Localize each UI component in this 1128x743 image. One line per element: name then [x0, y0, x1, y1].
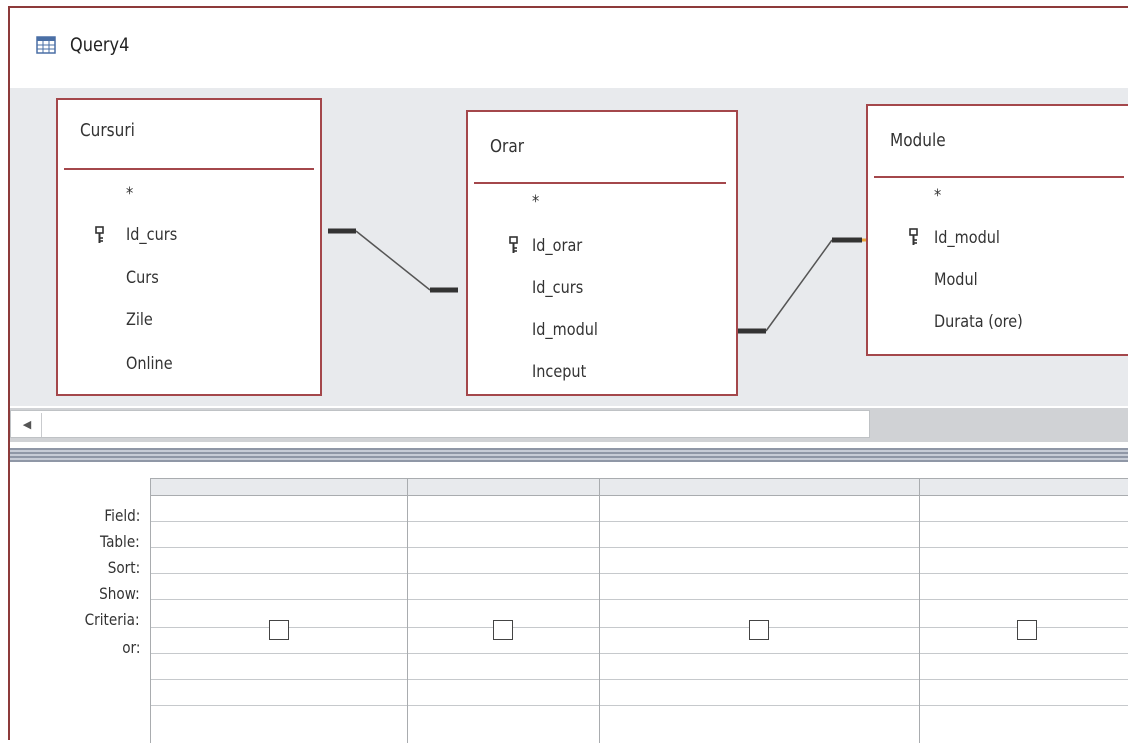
field-item[interactable]: Id_curs: [532, 278, 583, 298]
field-all[interactable]: *: [934, 186, 941, 206]
field-all[interactable]: *: [532, 192, 539, 212]
row-labels: Field: Table: Sort: Show: Criteria: or:: [10, 462, 140, 742]
grid-line: [151, 627, 1128, 628]
table-name[interactable]: Orar: [490, 136, 524, 157]
divider: [64, 168, 314, 170]
divider: [474, 182, 726, 184]
grid-line: [151, 521, 1128, 522]
join-cursuri-orar[interactable]: [328, 228, 458, 293]
field-item[interactable]: Id_orar: [532, 236, 582, 256]
field-list-module[interactable]: Module * Id_modul Modul Durata (ore): [866, 104, 1128, 356]
row-label-field: Field:: [104, 506, 140, 525]
show-checkbox[interactable]: [269, 620, 289, 640]
window-title: Query4: [70, 34, 130, 56]
grid-line: [151, 599, 1128, 600]
design-grid[interactable]: [150, 478, 1128, 743]
divider: [874, 176, 1124, 178]
row-label-show: Show:: [99, 584, 140, 603]
column-divider[interactable]: [599, 479, 600, 743]
scroll-left-arrow-icon[interactable]: ◀: [13, 413, 42, 437]
row-label-sort: Sort:: [107, 558, 140, 577]
query-design-window: Query4 Cursuri * Id_curs Curs Zile Onlin…: [8, 6, 1128, 743]
field-item[interactable]: Id_modul: [532, 320, 598, 340]
pane-splitter[interactable]: [10, 448, 1128, 462]
show-checkbox[interactable]: [493, 620, 513, 640]
row-label-or: or:: [121, 638, 140, 657]
scrollbar-thumb[interactable]: ◀: [10, 410, 870, 438]
field-item[interactable]: Durata (ore): [934, 312, 1023, 332]
row-label-table: Table:: [100, 532, 140, 551]
grid-line: [151, 705, 1128, 706]
field-item[interactable]: Curs: [126, 268, 159, 288]
primary-key-icon: [94, 226, 106, 244]
field-item[interactable]: Zile: [126, 310, 153, 330]
row-label-criteria: Criteria:: [85, 610, 140, 629]
field-list-orar[interactable]: Orar * Id_orar Id_curs Id_modul Inceput: [466, 110, 738, 396]
grid-line: [151, 573, 1128, 574]
show-checkbox[interactable]: [1017, 620, 1037, 640]
field-item[interactable]: Online: [126, 354, 173, 374]
primary-key-icon: [508, 236, 520, 254]
join-orar-module[interactable]: [738, 237, 868, 334]
column-divider[interactable]: [407, 479, 408, 743]
show-checkbox[interactable]: [749, 620, 769, 640]
column-selectors[interactable]: [151, 479, 1128, 496]
table-name[interactable]: Cursuri: [80, 120, 135, 141]
title-bar: Query4: [10, 8, 1128, 88]
field-all[interactable]: *: [126, 184, 133, 204]
query-design-grid-area: Field: Table: Sort: Show: Criteria: or:: [10, 462, 1128, 743]
grid-line: [151, 679, 1128, 680]
horizontal-scrollbar[interactable]: ◀: [10, 408, 1128, 442]
field-item[interactable]: Inceput: [532, 362, 586, 382]
field-item[interactable]: Modul: [934, 270, 978, 290]
table-name[interactable]: Module: [890, 130, 946, 151]
primary-key-icon: [908, 228, 920, 246]
field-item[interactable]: Id_curs: [126, 225, 177, 245]
column-divider[interactable]: [919, 479, 920, 743]
query-design-icon: [36, 35, 56, 55]
grid-line: [151, 653, 1128, 654]
table-design-area[interactable]: Cursuri * Id_curs Curs Zile Online Orar …: [10, 88, 1128, 406]
field-item[interactable]: Id_modul: [934, 228, 1000, 248]
grid-line: [151, 547, 1128, 548]
field-list-cursuri[interactable]: Cursuri * Id_curs Curs Zile Online: [56, 98, 322, 396]
